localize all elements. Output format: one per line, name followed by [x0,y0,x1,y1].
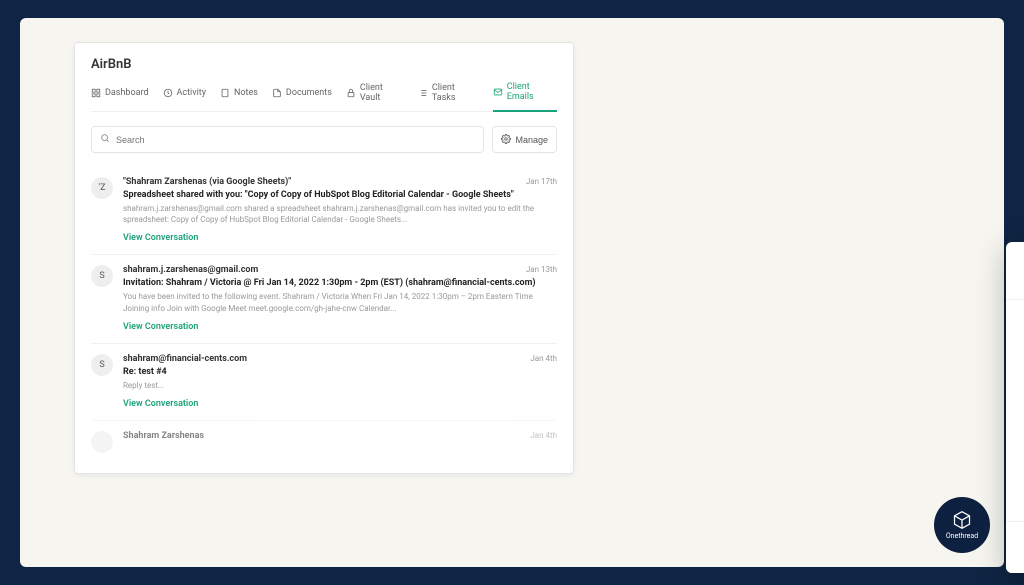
email-date: Jan 13th [526,265,557,274]
gear-icon [501,134,511,146]
notes-icon [220,88,230,98]
email-from: shahram.j.zarshenas@gmail.com [123,265,258,275]
view-conversation-link[interactable]: View Conversation [123,399,198,409]
email-from: "Shahram Zarshenas (via Google Sheets)" [123,177,291,187]
email-snippet: shahram.j.zarshenas@gmail.com shared a s… [123,203,557,225]
tab-label: Activity [177,88,206,98]
documents-icon [272,88,282,98]
email-snippet: Reply test... [123,380,557,391]
brand-badge: Onethread [934,497,990,553]
tab-label: Documents [286,88,332,98]
email-item[interactable]: 'Z "Shahram Zarshenas (via Google Sheets… [91,167,557,254]
avatar: S [91,354,113,376]
email-item[interactable]: Shahram Zarshenas Jan 4th [91,420,557,463]
activity-icon [163,88,173,98]
email-subject: Spreadsheet shared with you: "Copy of Co… [123,190,557,200]
email-item[interactable]: S shahram@financial-cents.com Jan 4th Re… [91,343,557,420]
tab-label: Dashboard [105,88,149,98]
tab-label: Client Tasks [432,83,479,103]
tab-client-vault[interactable]: Client Vault [346,82,404,111]
email-date: Jan 4th [530,354,557,363]
search-box[interactable] [91,126,484,153]
tab-client-emails[interactable]: Client Emails [493,82,557,112]
tab-documents[interactable]: Documents [272,82,332,111]
tab-label: Client Emails [507,82,557,102]
tab-label: Client Vault [360,83,404,103]
email-list: 'Z "Shahram Zarshenas (via Google Sheets… [91,167,557,463]
email-panel: AirBnB Dashboard Activity Notes Document… [74,42,574,474]
chat-messages: B Bob Feb 16th 10:45 AM I had a question… [1006,300,1024,521]
manage-label: Manage [515,135,548,145]
email-subject: Invitation: Shahram / Victoria @ Fri Jan… [123,278,557,288]
tab-client-tasks[interactable]: Client Tasks [418,82,479,111]
chat-composer: Send [1006,521,1024,573]
email-item[interactable]: S shahram.j.zarshenas@gmail.com Jan 13th… [91,254,557,342]
message-input[interactable] [1006,522,1024,573]
email-subject: Re: test #4 [123,367,557,377]
avatar [91,431,113,453]
page-title: AirBnB [91,57,557,72]
chat-window: Chat with Shahram Zarshenas B Bob Feb 16… [1006,242,1024,573]
email-icon [493,87,503,97]
brand-label: Onethread [946,532,978,540]
tab-dashboard[interactable]: Dashboard [91,82,149,111]
lock-icon [346,88,356,98]
tab-activity[interactable]: Activity [163,82,206,111]
manage-button[interactable]: Manage [492,126,557,153]
avatar: S [91,265,113,287]
search-input[interactable] [116,135,475,145]
view-conversation-link[interactable]: View Conversation [123,233,198,243]
email-date: Jan 4th [530,431,557,440]
email-snippet: You have been invited to the following e… [123,291,557,313]
dashboard-icon [91,88,101,98]
email-from: Shahram Zarshenas [123,431,204,441]
tasks-icon [418,88,428,98]
email-from: shahram@financial-cents.com [123,354,247,364]
cube-icon [952,510,972,530]
view-conversation-link[interactable]: View Conversation [123,322,198,332]
chat-header: Chat with Shahram Zarshenas [1006,242,1024,300]
tabs: Dashboard Activity Notes Documents Clien… [91,82,557,112]
avatar: 'Z [91,177,113,199]
email-date: Jan 17th [526,177,557,186]
search-icon [100,133,110,146]
tab-notes[interactable]: Notes [220,82,258,111]
tab-label: Notes [234,88,258,98]
